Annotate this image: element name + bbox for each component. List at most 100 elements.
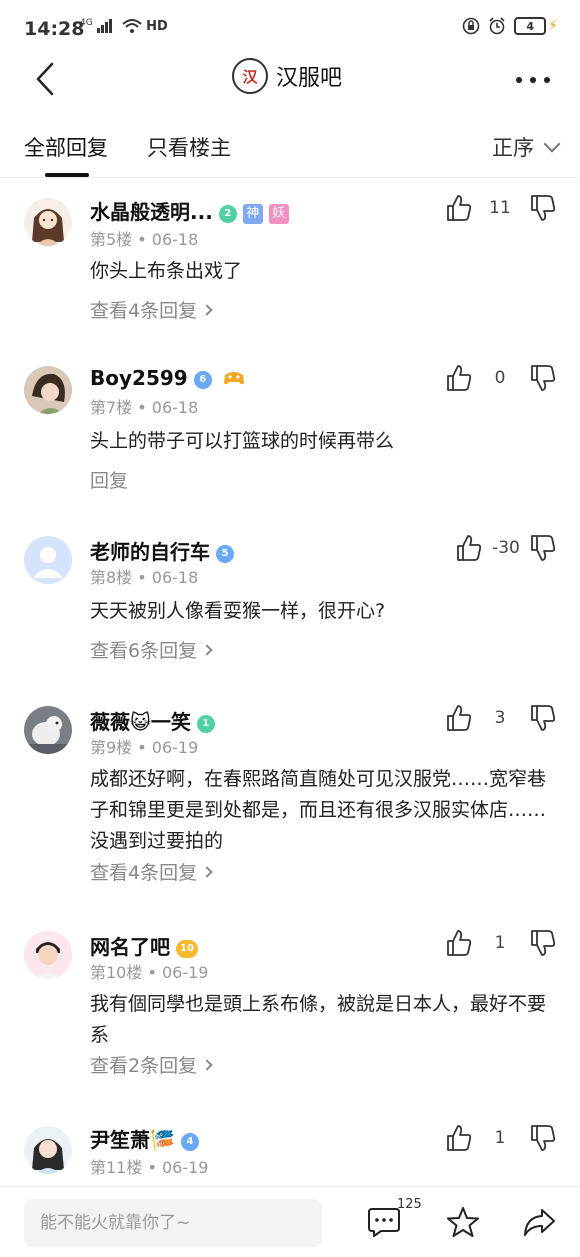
lock-rotation-icon bbox=[462, 17, 480, 35]
star-icon[interactable] bbox=[446, 1205, 480, 1239]
bottom-bar: 125 bbox=[0, 1186, 580, 1257]
level-badge: 6 bbox=[193, 370, 212, 389]
username[interactable]: 薇薇😺一笑 1 bbox=[90, 706, 215, 735]
username[interactable]: Boy2599 6 bbox=[90, 366, 246, 392]
view-replies-link[interactable]: 查看2条回复 bbox=[90, 1051, 213, 1078]
charging-icon: ⚡ bbox=[548, 18, 558, 34]
username[interactable]: 网名了吧 10 bbox=[90, 931, 198, 960]
view-replies-link[interactable]: 查看4条回复 bbox=[90, 858, 213, 885]
like-count: -30 bbox=[492, 538, 520, 558]
forum-title: 汉服吧 bbox=[276, 66, 343, 91]
forum-logo: 汉 bbox=[232, 58, 268, 94]
like-count: 0 bbox=[494, 368, 506, 388]
floor-number: 第9楼 bbox=[90, 738, 133, 757]
username-text: 薇薇😺一笑 bbox=[90, 710, 191, 734]
reply-content: 成都还好啊，在春熙路简直随处可见汉服党……宽窄巷子和锦里更是到处都是，而且还有很… bbox=[90, 768, 547, 852]
view-replies-text: 查看2条回复 bbox=[90, 1055, 198, 1077]
avatar[interactable] bbox=[24, 1126, 72, 1174]
username-text: Boy2599 bbox=[90, 366, 188, 390]
tab-all-replies[interactable]: 全部回复 bbox=[24, 132, 108, 162]
post-meta: 第11楼 • 06-19 bbox=[90, 1158, 209, 1177]
username-text: 网名了吧 bbox=[90, 935, 170, 959]
post-meta: 第5楼 • 06-18 bbox=[90, 230, 199, 249]
level-badge: 1 bbox=[196, 714, 215, 733]
reply-content: 天天被别人像看耍猴一样，很开心? bbox=[90, 600, 386, 622]
avatar[interactable] bbox=[24, 366, 72, 414]
level-badge: 4 bbox=[180, 1132, 199, 1151]
comment-icon[interactable] bbox=[367, 1205, 401, 1239]
thumbs-up-icon[interactable] bbox=[446, 704, 472, 732]
thumbs-up-icon[interactable] bbox=[446, 929, 472, 957]
thumbs-up-icon[interactable] bbox=[446, 194, 472, 222]
floor-number: 第5楼 bbox=[90, 230, 133, 249]
thumbs-up-icon[interactable] bbox=[446, 364, 472, 392]
share-icon[interactable] bbox=[522, 1205, 556, 1239]
view-replies-link[interactable]: 查看6条回复 bbox=[90, 636, 213, 663]
post-meta: 第8楼 • 06-18 bbox=[90, 568, 199, 587]
post-date: 06-19 bbox=[161, 1158, 209, 1177]
signal-icon bbox=[97, 19, 113, 33]
reply-content: 头上的带子可以打篮球的时候再带么 bbox=[90, 430, 395, 452]
gamepad-icon bbox=[222, 368, 246, 392]
reply-content: 你头上布条出戏了 bbox=[90, 260, 243, 282]
post-meta: 第7楼 • 06-18 bbox=[90, 398, 199, 417]
floor-number: 第8楼 bbox=[90, 568, 133, 587]
post-date: 06-18 bbox=[151, 230, 199, 249]
tag-shen: 神 bbox=[242, 203, 263, 224]
comment-input[interactable] bbox=[24, 1199, 322, 1247]
thumbs-down-icon[interactable] bbox=[530, 194, 556, 222]
floor-number: 第11楼 bbox=[90, 1158, 143, 1177]
avatar[interactable] bbox=[24, 931, 72, 979]
floor-number: 第10楼 bbox=[90, 963, 143, 982]
thumbs-down-icon[interactable] bbox=[530, 534, 556, 562]
comment-count-badge: 125 bbox=[397, 1197, 422, 1212]
username[interactable]: 尹笙萧🎏 4 bbox=[90, 1124, 199, 1153]
post-meta: 第10楼 • 06-19 bbox=[90, 963, 209, 982]
avatar[interactable] bbox=[24, 198, 72, 246]
username[interactable]: 老师的自行车 5 bbox=[90, 536, 234, 565]
status-bar: 14:28 4G HD 4 ⚡ bbox=[0, 0, 580, 60]
nav-bar: 汉 汉服吧 bbox=[0, 52, 580, 110]
avatar[interactable] bbox=[24, 706, 72, 754]
network-type: 4G bbox=[80, 18, 93, 28]
like-count: 1 bbox=[494, 1128, 506, 1148]
thumbs-down-icon[interactable] bbox=[530, 929, 556, 957]
battery-icon: 4 bbox=[514, 17, 547, 35]
tab-active-indicator bbox=[45, 173, 89, 177]
like-count: 11 bbox=[489, 198, 511, 218]
alarm-icon bbox=[489, 17, 505, 35]
view-replies-text: 查看6条回复 bbox=[90, 640, 198, 662]
username-text: 老师的自行车 bbox=[90, 540, 210, 564]
reply-link[interactable]: 回复 bbox=[90, 466, 128, 493]
wifi-icon bbox=[121, 19, 142, 33]
like-count: 1 bbox=[494, 933, 506, 953]
like-count: 3 bbox=[494, 708, 506, 728]
back-icon[interactable] bbox=[32, 60, 66, 98]
forum-title-group[interactable]: 汉 汉服吧 bbox=[232, 58, 342, 94]
logo-char: 汉 bbox=[242, 67, 258, 86]
thumbs-up-icon[interactable] bbox=[456, 534, 482, 562]
post-meta: 第9楼 • 06-19 bbox=[90, 738, 199, 757]
view-replies-link[interactable]: 查看4条回复 bbox=[90, 296, 213, 323]
thumbs-down-icon[interactable] bbox=[530, 704, 556, 732]
view-replies-text: 查看4条回复 bbox=[90, 862, 198, 884]
signal-icons: 4G HD bbox=[80, 18, 168, 34]
post-date: 06-18 bbox=[151, 568, 199, 587]
tag-yao: 妖 bbox=[268, 203, 289, 224]
thumbs-down-icon[interactable] bbox=[530, 1124, 556, 1152]
status-right-icons: 4 ⚡ bbox=[462, 17, 558, 35]
battery-level: 4 bbox=[526, 19, 534, 33]
avatar[interactable] bbox=[24, 536, 72, 584]
level-badge: 2 bbox=[218, 204, 237, 223]
username[interactable]: 水晶般透明... 2 神妖 bbox=[90, 196, 289, 225]
level-badge: 10 bbox=[176, 939, 198, 958]
post-date: 06-18 bbox=[151, 398, 199, 417]
level-badge: 5 bbox=[216, 544, 234, 563]
status-time: 14:28 bbox=[24, 18, 85, 40]
sort-dropdown[interactable]: 正序 bbox=[492, 132, 561, 162]
more-icon[interactable] bbox=[516, 70, 550, 90]
thumbs-down-icon[interactable] bbox=[530, 364, 556, 392]
tab-owner-only[interactable]: 只看楼主 bbox=[147, 132, 231, 162]
thumbs-up-icon[interactable] bbox=[446, 1124, 472, 1152]
reply-content: 我有個同學也是頭上系布條，被說是日本人，最好不要系 bbox=[90, 993, 547, 1046]
